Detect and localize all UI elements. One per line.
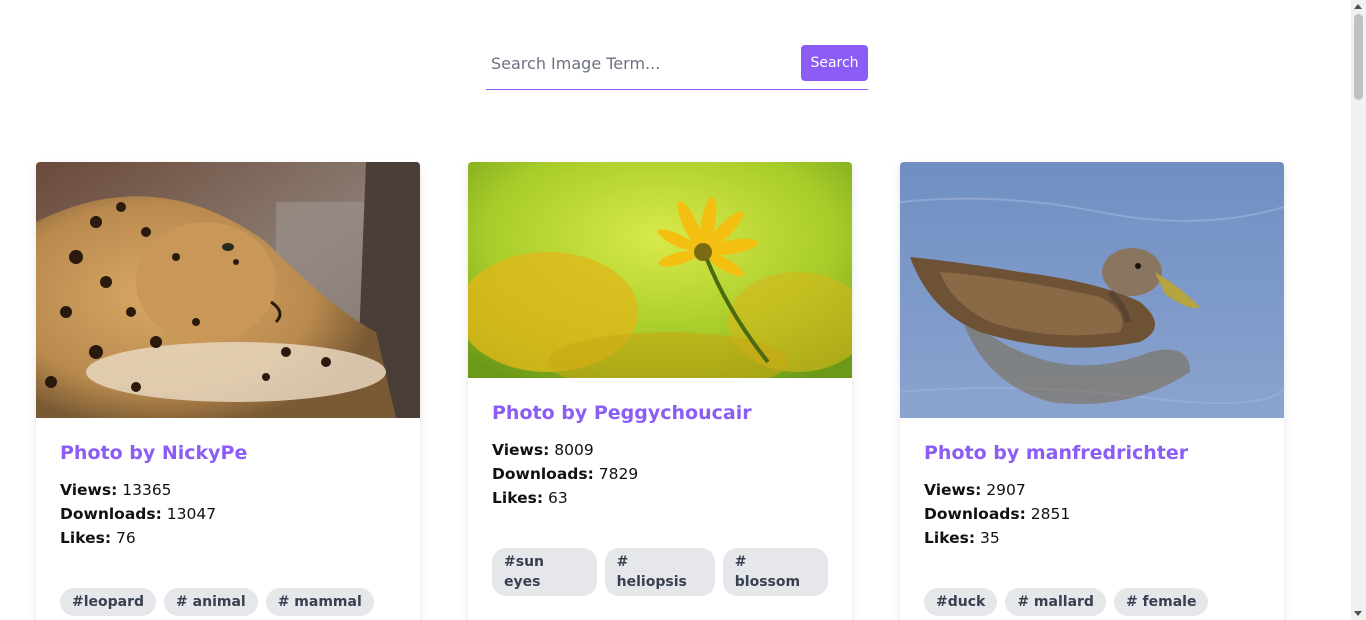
duck-photo xyxy=(900,162,1284,418)
tag: # animal xyxy=(164,588,258,616)
image-card: Photo by NickyPe Views: 13365 Downloads:… xyxy=(36,162,420,620)
tag-list: #sun eyes # heliopsis # blossom xyxy=(492,548,828,596)
downloads-stat: Downloads: 2851 xyxy=(924,502,1260,526)
views-value: 2907 xyxy=(986,481,1026,499)
views-label: Views: xyxy=(60,481,118,499)
likes-stat: Likes: 63 xyxy=(492,486,828,510)
leopard-photo xyxy=(36,162,420,418)
page-scrollbar[interactable] xyxy=(1351,0,1366,620)
scroll-down-arrow-icon[interactable] xyxy=(1354,611,1362,616)
views-value: 8009 xyxy=(554,441,594,459)
views-stat: Views: 13365 xyxy=(60,478,396,502)
likes-label: Likes: xyxy=(924,529,976,547)
image-card: Photo by Peggychoucair Views: 8009 Downl… xyxy=(468,162,852,620)
scroll-up-arrow-icon[interactable] xyxy=(1354,4,1362,9)
downloads-value: 13047 xyxy=(166,505,217,523)
views-value: 13365 xyxy=(122,481,172,499)
likes-stat: Likes: 35 xyxy=(924,526,1260,550)
tag-list: #leopard # animal # mammal xyxy=(60,588,396,616)
tag-list: #duck # mallard # female xyxy=(924,588,1260,616)
search-form: Search xyxy=(486,45,868,90)
tag: # heliopsis xyxy=(604,548,715,596)
downloads-label: Downloads: xyxy=(924,505,1026,523)
downloads-stat: Downloads: 7829 xyxy=(492,462,828,486)
tag: #duck xyxy=(924,588,998,616)
likes-label: Likes: xyxy=(60,529,112,547)
likes-stat: Likes: 76 xyxy=(60,526,396,550)
downloads-label: Downloads: xyxy=(60,505,162,523)
yellow-flower-photo xyxy=(468,162,852,378)
image-card: Photo by manfredrichter Views: 2907 Down… xyxy=(900,162,1284,620)
downloads-value: 2851 xyxy=(1030,505,1071,523)
tag: # mallard xyxy=(1005,588,1106,616)
views-stat: Views: 8009 xyxy=(492,438,828,462)
scroll-thumb[interactable] xyxy=(1354,14,1363,100)
downloads-label: Downloads: xyxy=(492,465,594,483)
views-stat: Views: 2907 xyxy=(924,478,1260,502)
tag: # female xyxy=(1113,588,1209,616)
card-title: Photo by Peggychoucair xyxy=(492,402,752,424)
downloads-value: 7829 xyxy=(598,465,639,483)
likes-value: 35 xyxy=(979,529,1000,547)
views-label: Views: xyxy=(492,441,550,459)
tag: #leopard xyxy=(60,588,157,616)
tag: # blossom xyxy=(722,548,828,596)
search-input[interactable] xyxy=(486,45,792,81)
tag: # mammal xyxy=(265,588,374,616)
likes-label: Likes: xyxy=(492,489,544,507)
tag: #sun eyes xyxy=(492,548,597,596)
card-title: Photo by NickyPe xyxy=(60,442,248,464)
views-label: Views: xyxy=(924,481,982,499)
likes-value: 63 xyxy=(547,489,568,507)
downloads-stat: Downloads: 13047 xyxy=(60,502,396,526)
search-button[interactable]: Search xyxy=(801,45,868,81)
card-title: Photo by manfredrichter xyxy=(924,442,1189,464)
likes-value: 76 xyxy=(115,529,136,547)
